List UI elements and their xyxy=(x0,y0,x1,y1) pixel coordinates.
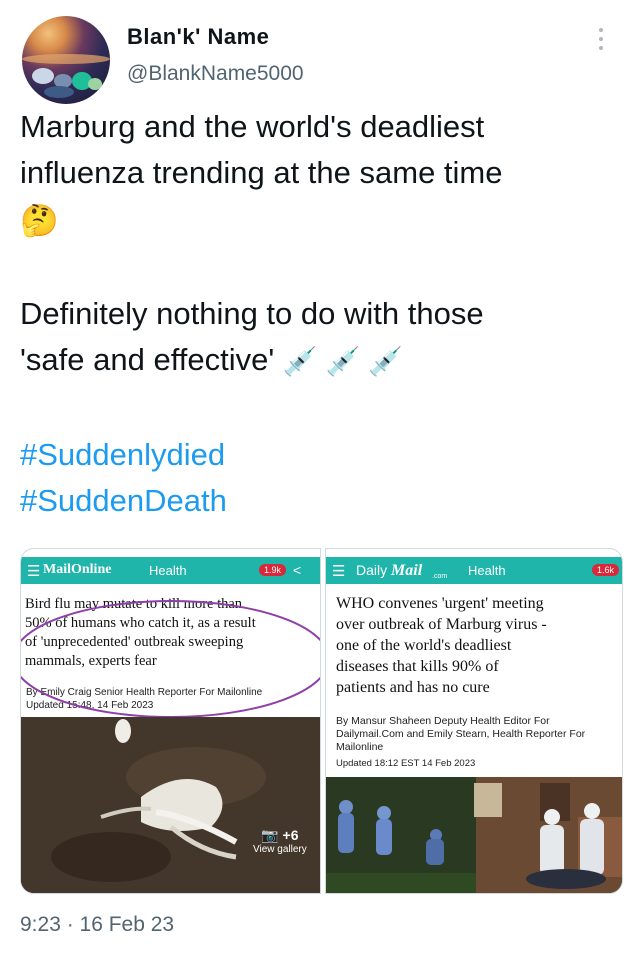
avatar-stone xyxy=(32,68,54,84)
article-headline: WHO convenes 'urgent' meeting over outbr… xyxy=(336,593,618,698)
thinking-emoji: 🤔 xyxy=(20,196,59,244)
camera-icon: 📷 +6 xyxy=(261,827,299,843)
media-image-right[interactable]: ☰ Daily Mail .com Health 1.6k WHO conven… xyxy=(325,548,623,894)
avatar-stone xyxy=(88,78,102,90)
section-label: Health xyxy=(468,563,506,578)
bird-carcass-illustration xyxy=(21,717,320,893)
thinking-face-icon: 🤔 xyxy=(20,202,59,238)
hazmat-workers-illustration xyxy=(326,777,622,893)
dailymail-header: ☰ Daily Mail .com Health 1.6k xyxy=(326,557,622,584)
tweet-timestamp[interactable]: 9:23 · 16 Feb 23 xyxy=(20,913,174,937)
brand-name: Mail xyxy=(391,562,423,579)
byline-line: Dailymail.Com and Emily Stearn, Health R… xyxy=(336,728,586,740)
headline-line: over outbreak of Marburg virus - xyxy=(336,616,547,633)
avatar-horizon xyxy=(22,54,110,64)
more-vertical-icon[interactable] xyxy=(597,28,605,54)
article-byline: By Mansur Shaheen Deputy Health Editor F… xyxy=(336,715,585,770)
gallery-count: +6 xyxy=(282,827,299,843)
byline-line: Mailonline xyxy=(336,741,384,753)
brand-prefix: Daily xyxy=(356,562,388,578)
comment-count-badge: 1.6k xyxy=(592,564,620,576)
byline-line: By Mansur Shaheen Deputy Health Editor F… xyxy=(336,715,550,727)
tweet-text-line: 'safe and effective' 💉 💉 💉 xyxy=(20,337,403,385)
hashtag-link[interactable]: #Suddenlydied xyxy=(20,432,225,478)
tweet-text-quote: 'safe and effective' xyxy=(20,342,275,377)
syringe-icon: 💉 💉 💉 xyxy=(282,345,404,377)
highlight-circle xyxy=(21,600,320,718)
updated-text: Updated 18:12 EST 14 Feb 2023 xyxy=(336,758,476,769)
headline-line: diseases that kills 90% of xyxy=(336,658,499,675)
media-image-left[interactable]: ☰ MailOnline Health 1.9k < Bird flu may … xyxy=(20,548,321,894)
view-gallery-button[interactable]: 📷 +6 View gallery xyxy=(253,827,307,855)
tweet-text-line: Marburg and the world's deadliest xyxy=(20,109,485,144)
headline-line: one of the world's deadliest xyxy=(336,637,512,654)
headline-line: patients and has no cure xyxy=(336,679,490,696)
avatar-stone xyxy=(44,86,74,98)
author-name[interactable]: Blan'k' Name xyxy=(127,24,269,50)
author-handle[interactable]: @BlankName5000 xyxy=(127,62,304,86)
hazmat-photo xyxy=(326,777,622,893)
tweet-text-line: Definitely nothing to do with those xyxy=(20,296,484,331)
brand-sub: .com xyxy=(432,573,448,580)
tweet-text-line: influenza trending at the same time xyxy=(20,155,503,190)
menu-icon: ☰ xyxy=(332,563,346,580)
avatar[interactable] xyxy=(22,16,110,104)
brand-logo: Daily Mail xyxy=(356,562,422,580)
headline-line: WHO convenes 'urgent' meeting xyxy=(336,595,544,612)
hashtag-link[interactable]: #SuddenDeath xyxy=(20,478,227,524)
gallery-label: View gallery xyxy=(253,844,307,855)
bird-photo: 📷 +6 View gallery xyxy=(21,717,320,893)
